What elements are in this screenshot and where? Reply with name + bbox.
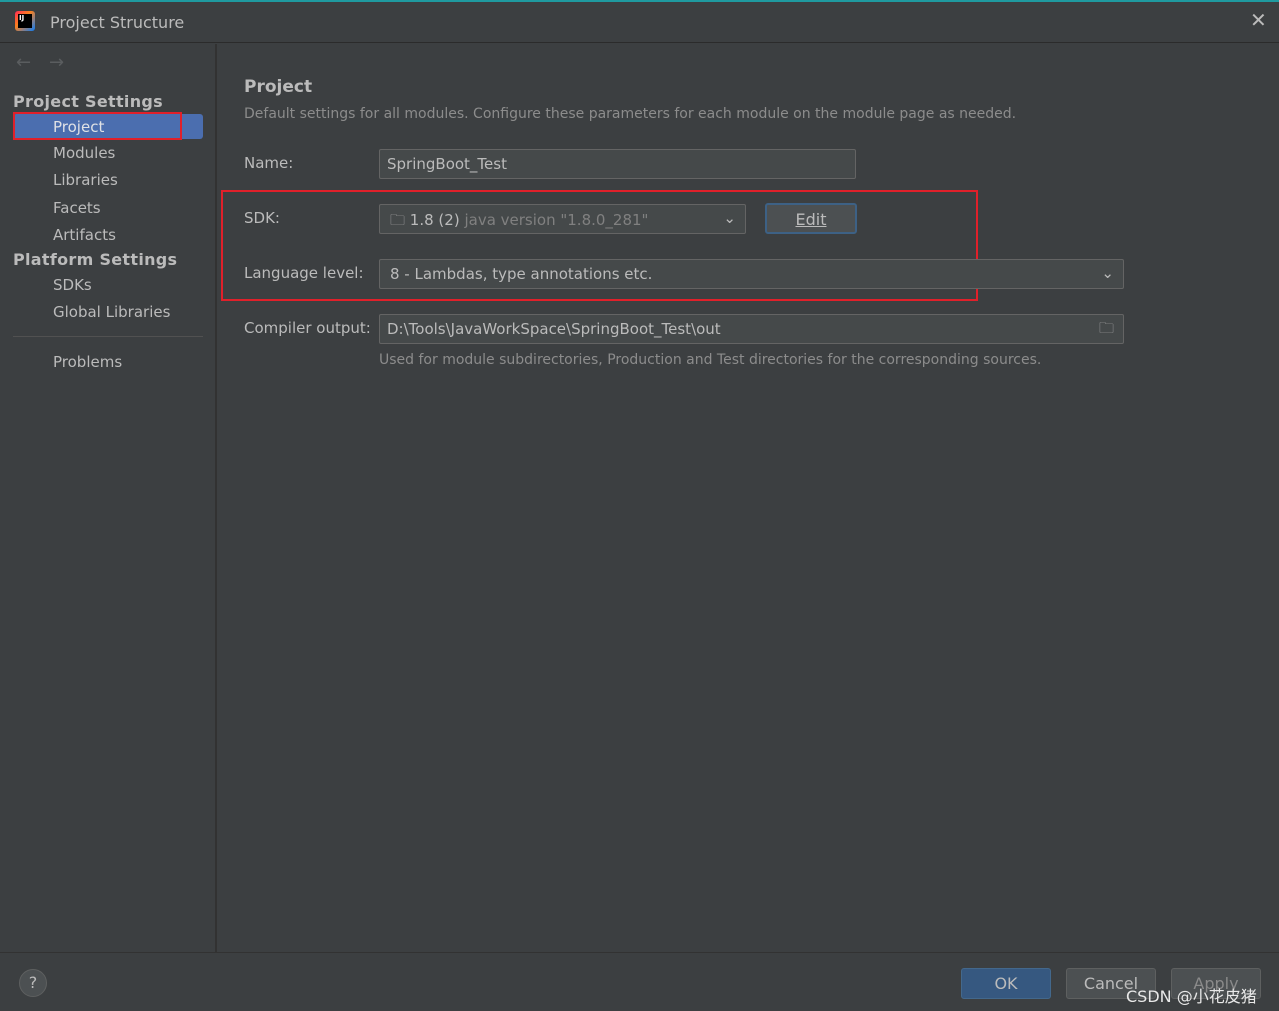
project-settings-heading: Project Settings (13, 92, 163, 111)
edit-button[interactable]: Edit (765, 203, 857, 234)
chevron-down-icon: ⌄ (1101, 264, 1114, 282)
sidebar-item-facets[interactable]: Facets (53, 199, 101, 217)
description: Default settings for all modules. Config… (244, 106, 1017, 122)
sidebar-item-sdks[interactable]: SDKs (53, 276, 92, 294)
sdk-label: SDK: (244, 209, 280, 227)
close-icon[interactable]: ✕ (1250, 8, 1267, 32)
intellij-logo-icon: IJ (15, 11, 35, 31)
help-button[interactable]: ? (19, 969, 47, 997)
compiler-output-hint: Used for module subdirectories, Producti… (379, 352, 1042, 368)
ok-label: OK (994, 974, 1018, 993)
sdk-version: 1.8 (2) (409, 211, 460, 229)
project-heading: Project (244, 77, 313, 97)
window-title: Project Structure (50, 13, 185, 32)
sdk-dropdown[interactable]: 🗀 1.8 (2) java version "1.8.0_281" ⌄ (379, 204, 746, 234)
watermark: CSDN @小花皮猪 (1126, 987, 1257, 1006)
sdk-detail: java version "1.8.0_281" (464, 211, 649, 229)
footer: ? OK Cancel Apply CSDN @小花皮猪 (0, 952, 1279, 1011)
sidebar-item-libraries[interactable]: Libraries (53, 171, 118, 189)
forward-arrow-icon[interactable]: → (49, 52, 64, 73)
language-level-value: 8 - Lambdas, type annotations etc. (390, 265, 653, 283)
divider (13, 336, 203, 337)
sidebar: ← → Project Settings Project Modules Lib… (0, 44, 217, 952)
compiler-output-value: D:\Tools\JavaWorkSpace\SpringBoot_Test\o… (387, 320, 721, 338)
sidebar-item-global-libraries[interactable]: Global Libraries (53, 303, 170, 321)
ok-button[interactable]: OK (961, 968, 1051, 999)
name-input[interactable]: SpringBoot_Test (379, 149, 856, 179)
chevron-down-icon: ⌄ (723, 209, 736, 227)
sidebar-item-artifacts[interactable]: Artifacts (53, 226, 116, 244)
compiler-output-label: Compiler output: (244, 319, 371, 337)
compiler-output-input[interactable]: D:\Tools\JavaWorkSpace\SpringBoot_Test\o… (379, 314, 1124, 344)
language-level-dropdown[interactable]: 8 - Lambdas, type annotations etc. ⌄ (379, 259, 1124, 289)
sidebar-item-problems[interactable]: Problems (53, 353, 122, 371)
platform-settings-heading: Platform Settings (13, 250, 178, 269)
edit-label: Edit (795, 210, 827, 229)
back-arrow-icon[interactable]: ← (16, 52, 31, 73)
sidebar-item-modules[interactable]: Modules (53, 144, 115, 162)
sidebar-item-project[interactable]: Project (53, 118, 104, 136)
help-icon: ? (28, 973, 38, 992)
title-bar: IJ Project Structure ✕ (0, 0, 1279, 43)
language-level-label: Language level: (244, 264, 364, 282)
folder-icon[interactable]: 🗀 (1099, 318, 1114, 343)
name-label: Name: (244, 154, 294, 172)
jdk-folder-icon: 🗀 (390, 211, 406, 229)
